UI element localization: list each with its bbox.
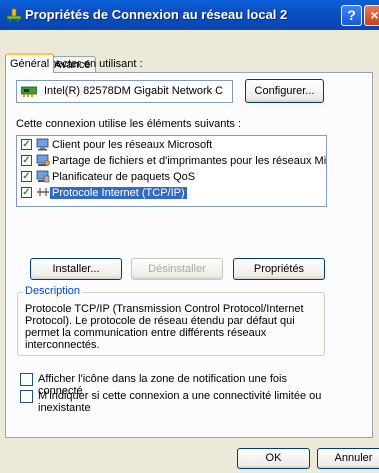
components-label: Cette connexion utilise les éléments sui… — [16, 118, 242, 130]
item-checkbox[interactable]: ✓ — [21, 187, 32, 198]
item-checkbox[interactable]: ✓ — [21, 171, 32, 182]
protocol-icon — [37, 188, 49, 196]
tab-general[interactable]: Général — [5, 53, 55, 73]
description-title: Description — [23, 285, 83, 297]
list-item[interactable]: ✓ Planificateur de paquets QoS — [17, 170, 326, 185]
item-label: Client pour les réseaux Microsoft — [52, 139, 213, 151]
notify-limited-label: M'indiquer si cette connexion a une conn… — [38, 390, 322, 414]
uninstall-button[interactable]: Désinstaller — [131, 258, 223, 280]
file-printer-share-icon — [36, 154, 50, 166]
list-item[interactable]: ✓ Protocole Internet (TCP/IP) — [17, 186, 326, 201]
close-button[interactable]: × — [364, 5, 379, 26]
window-title: Propriétés de Connexion au réseau local … — [25, 7, 288, 22]
ok-button[interactable]: OK — [237, 448, 310, 469]
install-button[interactable]: Installer... — [30, 258, 122, 280]
list-item[interactable]: ✓ Partage de fichiers et d'imprimantes p… — [17, 154, 326, 169]
item-label: Planificateur de paquets QoS — [52, 171, 196, 183]
list-item[interactable]: ✓ Client pour les réseaux Microsoft — [17, 138, 326, 153]
components-list[interactable]: ✓ Client pour les réseaux Microsoft ✓ Pa… — [16, 135, 327, 207]
network-connection-icon — [6, 8, 22, 22]
item-checkbox[interactable]: ✓ — [21, 155, 32, 166]
cancel-button[interactable]: Annuler — [317, 448, 379, 469]
device-name: Intel(R) 82578DM Gigabit Network C — [44, 85, 224, 97]
title-bar[interactable]: Propriétés de Connexion au réseau local … — [0, 0, 379, 30]
description-text: Protocole TCP/IP (Transmission Control P… — [25, 303, 304, 351]
network-client-icon — [36, 138, 49, 151]
device-field: Intel(R) 82578DM Gigabit Network C — [16, 80, 233, 103]
item-label-selected: Protocole Internet (TCP/IP) — [50, 187, 187, 199]
network-adapter-icon — [21, 86, 37, 97]
help-button[interactable]: ? — [341, 5, 362, 26]
configure-button[interactable]: Configurer... — [245, 79, 324, 103]
properties-button[interactable]: Propriétés — [233, 258, 325, 280]
item-checkbox[interactable]: ✓ — [21, 139, 32, 150]
qos-scheduler-icon — [36, 170, 50, 183]
item-label: Partage de fichiers et d'imprimantes pou… — [52, 155, 327, 167]
show-icon-checkbox[interactable] — [20, 373, 33, 386]
notify-limited-checkbox[interactable] — [20, 390, 33, 403]
